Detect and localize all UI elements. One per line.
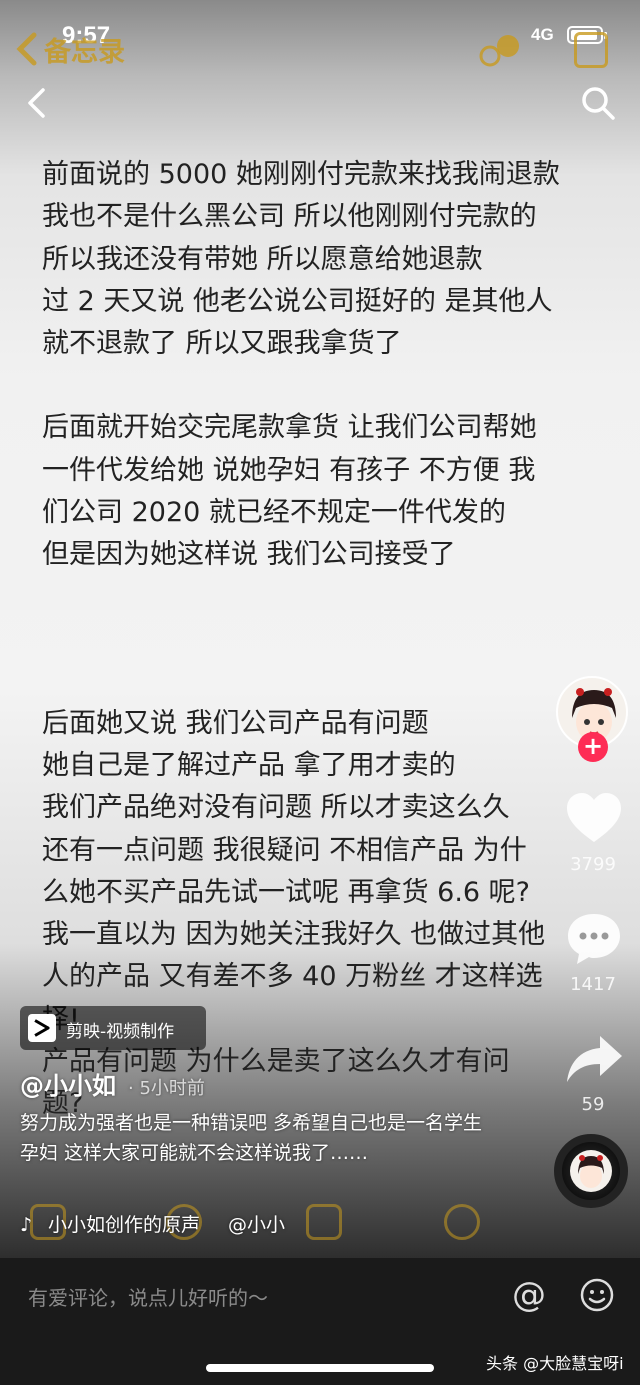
note-line: 她自己是了解过产品 拿了用才卖的: [42, 749, 456, 781]
memo-back-chevron-icon: [16, 32, 37, 66]
comment-input[interactable]: 有爱评论，说点儿好听的～: [28, 1282, 268, 1311]
music-note-icon: ♪: [20, 1214, 33, 1236]
comment-count: 1417: [570, 974, 616, 995]
capcut-badge[interactable]: 剪映-视频制作: [20, 1006, 206, 1050]
memo-share-icon: [479, 35, 519, 67]
memo-compose-icon: [574, 32, 608, 68]
note-line: 人的产品 又有差不多 40 万粉丝 才这样选: [42, 961, 543, 993]
follow-plus-button[interactable]: +: [578, 732, 608, 762]
author-line[interactable]: @小小如 · 5小时前: [20, 1066, 205, 1101]
video-frame[interactable]: 9:57 4G 备忘录 前面说的 5000 她刚刚付完款来找我闹退款 我也不是什…: [0, 0, 640, 1258]
note-line: 们公司 2020 就已经不规定一件代发的: [42, 497, 506, 529]
note-line: 就不退款了 所以又跟我拿货了: [42, 328, 402, 360]
video-caption[interactable]: 努力成为强者也是一种错误吧 多希望自己也是一名学生 孕妇 这样大家可能就不会这样…: [20, 1108, 500, 1168]
capcut-logo-icon: [28, 1014, 56, 1042]
music-disc[interactable]: [554, 1134, 628, 1208]
network-indicator: 4G: [531, 25, 554, 44]
note-line: 我一直以为 因为她关注我好久 也做过其他: [42, 919, 546, 951]
source-watermark: 头条 @大脸慧宝呀i: [486, 1354, 624, 1373]
note-line: 过 2 天又说 他老公说公司挺好的 是其他人: [42, 285, 553, 317]
note-line: 我也不是什么黑公司 所以他刚刚付完款的: [42, 201, 537, 233]
comment-icon[interactable]: [564, 910, 624, 968]
search-icon[interactable]: [580, 85, 616, 121]
note-line: 么她不买产品先试一试呢 再拿货 6.6 呢?: [42, 876, 531, 908]
disc-avatar-icon: [578, 1155, 604, 1188]
memo-note-text: 前面说的 5000 她刚刚付完款来找我闹退款 我也不是什么黑公司 所以他刚刚付完…: [42, 154, 602, 1126]
comment-bar: 有爱评论，说点儿好听的～ @: [0, 1258, 640, 1338]
music-bar[interactable]: ♪ 小小如创作的原声 @小小: [20, 1210, 285, 1237]
memo-markup-icon: [444, 1204, 480, 1240]
music-author: @小小: [228, 1214, 286, 1236]
note-line: 我们产品绝对没有问题 所以才卖这么久: [42, 792, 510, 824]
music-disc-avatar: [570, 1150, 612, 1192]
note-line: 还有一点问题 我很疑问 不相信产品 为什: [42, 834, 527, 866]
note-line: 所以我还没有带她 所以愿意给她退款: [42, 243, 483, 275]
note-line: 一件代发给她 说她孕妇 有孩子 不方便 我: [42, 454, 536, 486]
capcut-label: 剪映-视频制作: [66, 1022, 175, 1042]
author-handle[interactable]: @小小如: [20, 1072, 116, 1100]
share-icon[interactable]: [564, 1032, 624, 1086]
share-count: 59: [581, 1094, 605, 1115]
post-time: · 5小时前: [128, 1078, 205, 1099]
home-indicator[interactable]: [206, 1364, 434, 1372]
note-line: 但是因为她这样说 我们公司接受了: [42, 539, 456, 571]
heart-icon[interactable]: [564, 790, 624, 846]
like-count: 3799: [570, 854, 616, 875]
back-icon[interactable]: [24, 86, 50, 120]
emoji-icon[interactable]: [580, 1278, 614, 1312]
note-line: 后面就开始交完尾款拿货 让我们公司帮她: [42, 412, 537, 444]
music-title: 小小如创作的原声: [48, 1214, 201, 1236]
note-line: 前面说的 5000 她刚刚付完款来找我闹退款: [42, 159, 560, 190]
memo-app-title: 备忘录: [44, 37, 125, 67]
note-line: 后面她又说 我们公司产品有问题: [42, 707, 429, 739]
mention-at-button[interactable]: @: [510, 1276, 548, 1314]
memo-camera-icon: [306, 1204, 342, 1240]
